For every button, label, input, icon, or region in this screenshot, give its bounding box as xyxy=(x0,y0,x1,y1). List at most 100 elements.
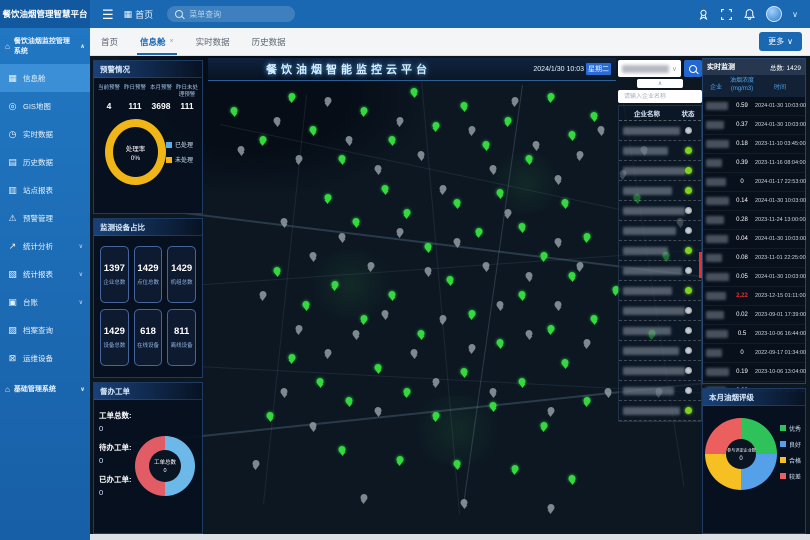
horizontal-scrollbar[interactable] xyxy=(90,534,810,540)
table-row[interactable]: 0.392023-11-16 08:04:00 xyxy=(703,154,805,173)
map-pin[interactable] xyxy=(331,281,338,288)
map-pin[interactable] xyxy=(591,315,598,322)
map-pin[interactable] xyxy=(475,228,482,235)
table-row[interactable]: 0.372024-01-30 10:03:00 xyxy=(703,116,805,135)
map-pin[interactable] xyxy=(403,388,410,395)
map-pin[interactable] xyxy=(497,301,504,308)
table-row[interactable] xyxy=(619,141,701,161)
map-pin[interactable] xyxy=(324,349,331,356)
fullscreen-icon[interactable] xyxy=(720,8,733,21)
sidebar-item-ops-device[interactable]: ⊠运维设备 xyxy=(0,344,90,372)
map-pin[interactable] xyxy=(533,141,540,148)
map-pin[interactable] xyxy=(583,397,590,404)
map-pin[interactable] xyxy=(439,315,446,322)
map-pin[interactable] xyxy=(519,378,526,385)
area-select[interactable]: ∨ xyxy=(618,60,681,77)
map-pin[interactable] xyxy=(519,291,526,298)
company-search-input[interactable] xyxy=(622,93,698,101)
sidebar-item-site-report[interactable]: ▥站点报表 xyxy=(0,176,90,204)
scrollbar-thumb[interactable] xyxy=(699,252,702,278)
device-stat-box[interactable]: 811离线设备 xyxy=(167,309,196,366)
map-pin[interactable] xyxy=(310,126,317,133)
map-pin[interactable] xyxy=(555,175,562,182)
sidebar-group-monitoring[interactable]: ⌂ 餐饮油烟监控管理系统 ∧ xyxy=(0,28,90,64)
map-pin[interactable] xyxy=(339,155,346,162)
map-pin[interactable] xyxy=(382,310,389,317)
table-row[interactable]: 0.282023-11-24 13:00:00 xyxy=(703,211,805,230)
map-pin[interactable] xyxy=(252,460,259,467)
table-row[interactable] xyxy=(619,261,701,281)
map-pin[interactable] xyxy=(324,194,331,201)
tab-信息舱[interactable]: 信息舱× xyxy=(129,28,185,55)
map-pin[interactable] xyxy=(526,330,533,337)
table-row[interactable] xyxy=(619,301,701,321)
table-row[interactable]: 0.082023-11-01 22:25:00 xyxy=(703,249,805,268)
table-row[interactable] xyxy=(619,401,701,421)
map-pin[interactable] xyxy=(274,267,281,274)
device-stat-box[interactable]: 1429点位总数 xyxy=(134,246,163,303)
map-pin[interactable] xyxy=(526,155,533,162)
menu-search[interactable] xyxy=(167,6,295,22)
table-row[interactable] xyxy=(619,121,701,141)
map-pin[interactable] xyxy=(396,228,403,235)
sidebar-group-basic[interactable]: ⌂ 基础管理系统 ∨ xyxy=(0,376,90,402)
map-pin[interactable] xyxy=(411,349,418,356)
map-pin[interactable] xyxy=(576,262,583,269)
map-pin[interactable] xyxy=(591,112,598,119)
map-pin[interactable] xyxy=(468,344,475,351)
map-pin[interactable] xyxy=(461,368,468,375)
map-pin[interactable] xyxy=(547,504,554,511)
map-pin[interactable] xyxy=(576,151,583,158)
map-pin[interactable] xyxy=(504,209,511,216)
map-pin[interactable] xyxy=(375,407,382,414)
map-pin[interactable] xyxy=(425,267,432,274)
map-pin[interactable] xyxy=(562,359,569,366)
map-pin[interactable] xyxy=(598,126,605,133)
table-row[interactable] xyxy=(619,281,701,301)
map-pin[interactable] xyxy=(288,354,295,361)
table-row[interactable]: 02022-09-17 01:34:00 xyxy=(703,344,805,363)
tab-历史数据[interactable]: 历史数据 xyxy=(241,28,297,55)
map-pin[interactable] xyxy=(540,252,547,259)
map-pin[interactable] xyxy=(425,243,432,250)
map-pin[interactable] xyxy=(288,93,295,100)
home-nav[interactable]: ▦首页 xyxy=(124,8,154,21)
map-pin[interactable] xyxy=(583,233,590,240)
device-stat-box[interactable]: 1397企业总数 xyxy=(100,246,129,303)
sidebar-item-info-cabin[interactable]: ▦信息舱 xyxy=(0,64,90,92)
table-row[interactable] xyxy=(619,201,701,221)
map-pin[interactable] xyxy=(519,223,526,230)
map-pin[interactable] xyxy=(497,339,504,346)
table-row[interactable]: 02024-01-17 22:53:00 xyxy=(703,173,805,192)
map-pin[interactable] xyxy=(490,402,497,409)
map-pin[interactable] xyxy=(461,102,468,109)
map-pin[interactable] xyxy=(461,499,468,506)
map-pin[interactable] xyxy=(310,422,317,429)
map-pin[interactable] xyxy=(454,460,461,467)
map-pin[interactable] xyxy=(432,378,439,385)
map-pin[interactable] xyxy=(547,325,554,332)
map-pin[interactable] xyxy=(267,412,274,419)
sidebar-item-history-data[interactable]: ▤历史数据 xyxy=(0,148,90,176)
map-pin[interactable] xyxy=(555,301,562,308)
map-pin[interactable] xyxy=(483,262,490,269)
map-pin[interactable] xyxy=(403,209,410,216)
collapse-toggle[interactable]: ∧ xyxy=(637,79,683,88)
sidebar-item-gis-map[interactable]: ◎GIS地图 xyxy=(0,92,90,120)
map-pin[interactable] xyxy=(389,291,396,298)
map-pin[interactable] xyxy=(375,165,382,172)
table-row[interactable] xyxy=(619,321,701,341)
tab-实时数据[interactable]: 实时数据 xyxy=(185,28,241,55)
table-row[interactable] xyxy=(619,221,701,241)
table-row[interactable] xyxy=(619,361,701,381)
map-pin[interactable] xyxy=(375,364,382,371)
map-pin[interactable] xyxy=(310,252,317,259)
table-row[interactable]: 0.592024-01-30 10:03:00 xyxy=(703,97,805,116)
map-pin[interactable] xyxy=(547,93,554,100)
map-pin[interactable] xyxy=(274,117,281,124)
map-pin[interactable] xyxy=(468,310,475,317)
map-pin[interactable] xyxy=(295,155,302,162)
company-search[interactable] xyxy=(618,90,702,103)
map-pin[interactable] xyxy=(389,136,396,143)
map-pin[interactable] xyxy=(418,151,425,158)
